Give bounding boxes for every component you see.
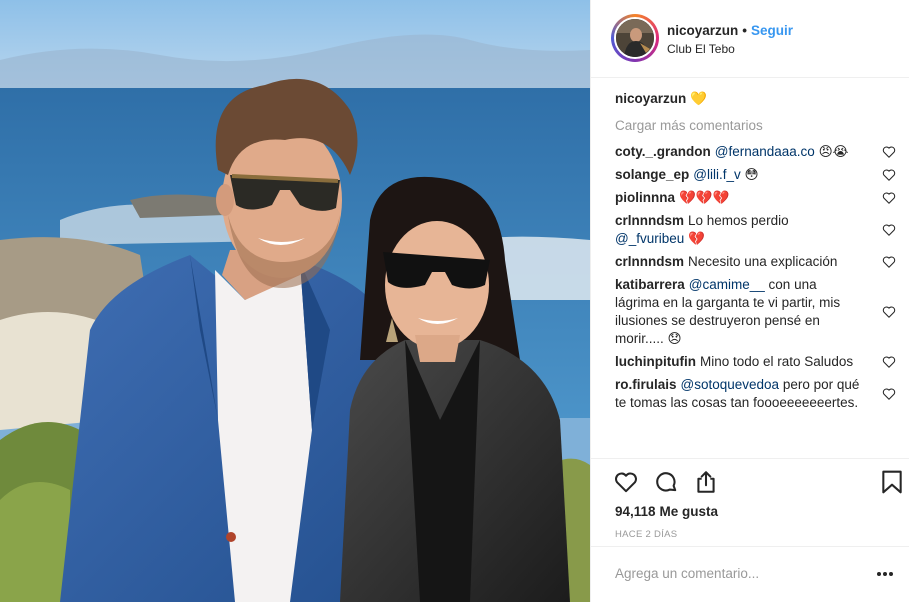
post-actions: 94,118 Me gusta HACE 2 DÍAS <box>591 458 909 546</box>
comment-text: Necesito una explicación <box>688 254 838 269</box>
instagram-post-view: nicoyarzun • Seguir Club El Tebo nicoyarzu… <box>0 0 909 602</box>
caption-text: 💛 <box>690 91 708 106</box>
comment-like-icon[interactable] <box>882 355 896 369</box>
post-photo-image <box>0 0 590 602</box>
comment: crlnnndsm Lo hemos perdio @_fvuribeu 💔 <box>615 212 896 248</box>
comment: luchinpitufin Mino todo el rato Saludos <box>615 353 896 371</box>
post-header: nicoyarzun • Seguir Club El Tebo <box>591 0 909 78</box>
likes-label: Me gusta <box>659 504 719 519</box>
heart-outline-icon[interactable] <box>613 469 639 495</box>
comment-like-icon[interactable] <box>882 305 896 319</box>
bookmark-icon[interactable] <box>879 469 905 495</box>
comment-mention[interactable]: @fernandaaa.co <box>715 144 815 159</box>
comment-like-icon[interactable] <box>882 387 896 401</box>
comment-mention[interactable]: @_fvuribeu <box>615 231 684 246</box>
caption: nicoyarzun 💛 <box>615 90 909 108</box>
comment-text: Mino todo el rato Saludos <box>699 354 854 369</box>
comments-list[interactable]: nicoyarzun 💛 Cargar más comentarios coty.… <box>591 78 909 458</box>
location-link[interactable]: Club El Tebo <box>667 42 735 56</box>
avatar-image <box>616 19 654 57</box>
comment-mention[interactable]: @sotoquevedoa <box>681 377 780 392</box>
comment-like-icon[interactable] <box>882 168 896 182</box>
comment-username[interactable]: solange_ep <box>615 167 689 182</box>
comment: ro.firulais @sotoquevedoa pero por qué te… <box>615 376 896 412</box>
comment-emoji: 💔 <box>688 231 705 246</box>
likes-count[interactable]: 94,118 Me gusta <box>615 504 718 519</box>
load-more-comments-button[interactable]: Cargar más comentarios <box>615 117 909 135</box>
comment: katibarrera @camime__ con una lágrima en … <box>615 276 896 348</box>
comment-text: 😳 <box>744 167 759 182</box>
post-photo[interactable] <box>0 0 590 602</box>
header-username[interactable]: nicoyarzun <box>667 23 738 38</box>
comment-text: 💔💔💔 <box>679 190 730 205</box>
share-upload-icon[interactable] <box>693 469 719 495</box>
header-separator: • <box>742 23 747 38</box>
comment-username[interactable]: luchinpitufin <box>615 354 696 369</box>
comment: crlnnndsm Necesito una explicación <box>615 253 896 271</box>
comment-like-icon[interactable] <box>882 191 896 205</box>
comment: coty._.grandon @fernandaaa.co 😠😭 <box>615 143 896 161</box>
ellipsis-icon[interactable] <box>876 571 894 577</box>
likes-number: 94,118 <box>615 504 656 519</box>
comment-like-icon[interactable] <box>882 145 896 159</box>
follow-button[interactable]: Seguir <box>751 23 793 38</box>
comment-like-icon[interactable] <box>882 255 896 269</box>
comment-like-icon[interactable] <box>882 223 896 237</box>
comment-emoji: 😞 <box>667 331 682 346</box>
caption-username[interactable]: nicoyarzun <box>615 91 686 106</box>
add-comment-bar <box>591 546 909 602</box>
post-timestamp[interactable]: HACE 2 DÍAS <box>615 529 677 540</box>
comment-text: 😠😭 <box>818 144 849 159</box>
comment-username[interactable]: katibarrera <box>615 277 685 292</box>
comment-username[interactable]: ro.firulais <box>615 377 677 392</box>
comment-mention[interactable]: @lili.f_v <box>693 167 740 182</box>
speech-bubble-icon[interactable] <box>653 469 679 495</box>
comment-username[interactable]: piolinnna <box>615 190 675 205</box>
comment-username[interactable]: crlnnndsm <box>615 254 684 269</box>
comment-text: Lo hemos perdio <box>688 213 789 228</box>
avatar[interactable] <box>614 17 656 59</box>
comment-mention[interactable]: @camime__ <box>689 277 765 292</box>
add-comment-input[interactable] <box>615 566 855 581</box>
story-ring[interactable] <box>611 14 659 62</box>
post-side-panel: nicoyarzun • Seguir Club El Tebo nicoyarzu… <box>590 0 909 602</box>
comment: piolinnna 💔💔💔 <box>615 189 896 207</box>
comment-username[interactable]: crlnnndsm <box>615 213 684 228</box>
comment: solange_ep @lili.f_v 😳 <box>615 166 896 184</box>
comment-username[interactable]: coty._.grandon <box>615 144 711 159</box>
